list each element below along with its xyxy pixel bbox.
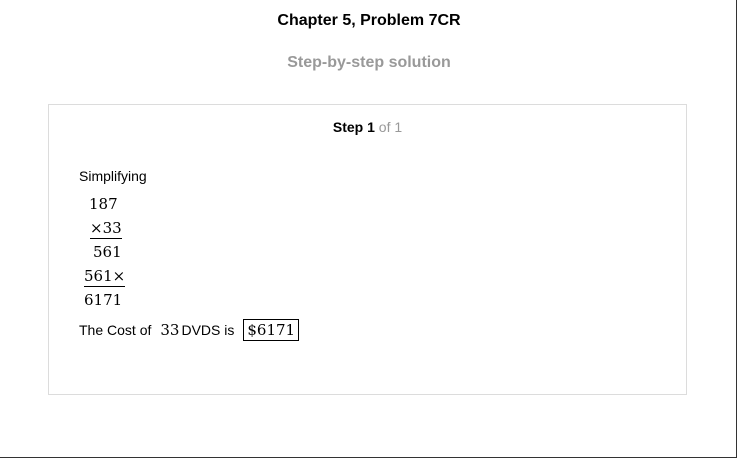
partial-product-2: 561× <box>84 267 126 287</box>
step-label: Step <box>332 119 364 135</box>
cost-middle: DVDS is <box>181 322 235 338</box>
partial-product-1: 561 <box>93 243 122 261</box>
cost-statement: The Cost of 33 DVDS is $6171 <box>79 318 300 342</box>
page-title: Chapter 5, Problem 7CR <box>277 12 461 29</box>
page-subtitle: Step-by-step solution <box>287 54 451 71</box>
step-number: 1 <box>367 119 375 135</box>
step-header: Step 1 of 1 <box>49 119 686 135</box>
final-product: 6171 <box>84 291 123 309</box>
multiplier: ×33 <box>90 219 122 239</box>
cost-quantity: 33 <box>160 321 180 339</box>
cost-prefix: The Cost of <box>79 322 152 338</box>
multiplicand: 187 <box>89 195 118 213</box>
solution-intro: Simplifying <box>79 168 147 184</box>
solution-card: Step 1 of 1 Simplifying 187 ×33 561 561×… <box>48 104 687 395</box>
answer-box: $6171 <box>243 319 300 341</box>
step-total: of 1 <box>378 119 403 135</box>
